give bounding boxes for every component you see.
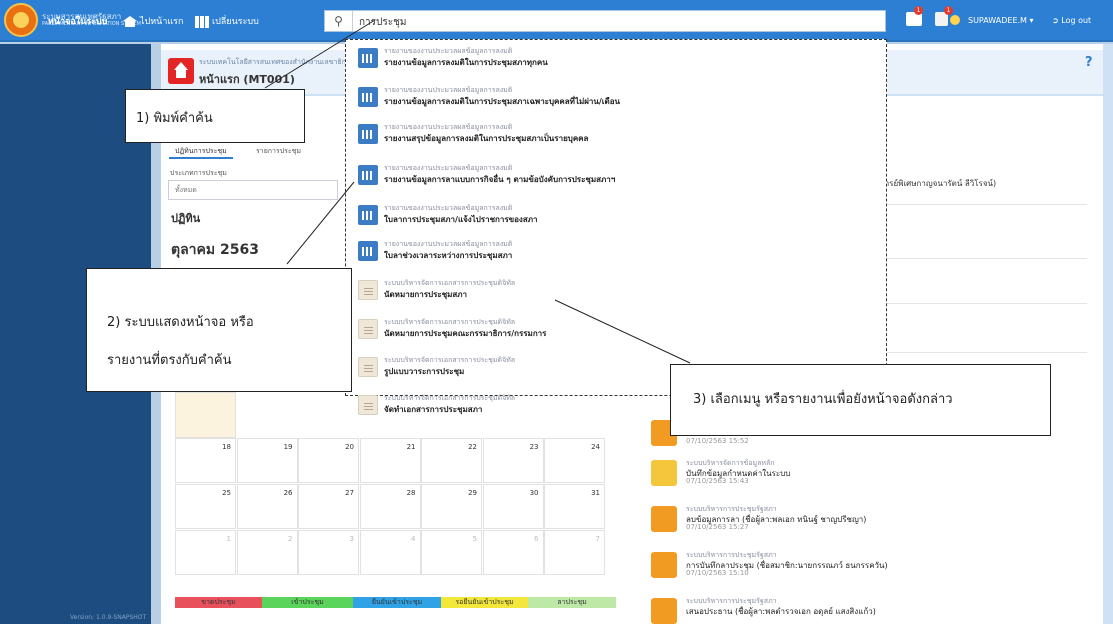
- callout-step-3: 3) เลือกเมนู หรือรายงานเพื่อยังหน้าจอดัง…: [670, 364, 1051, 436]
- callout-line-1: [264, 19, 376, 89]
- callout-step-2: 2) ระบบแสดงหน้าจอ หรือ รายงานที่ตรงกับคำค…: [86, 268, 352, 392]
- callout-step-1: 1) พิมพ์คำค้น: [125, 89, 305, 143]
- callout-line-2: [286, 181, 355, 265]
- callout-line-3: [554, 299, 691, 364]
